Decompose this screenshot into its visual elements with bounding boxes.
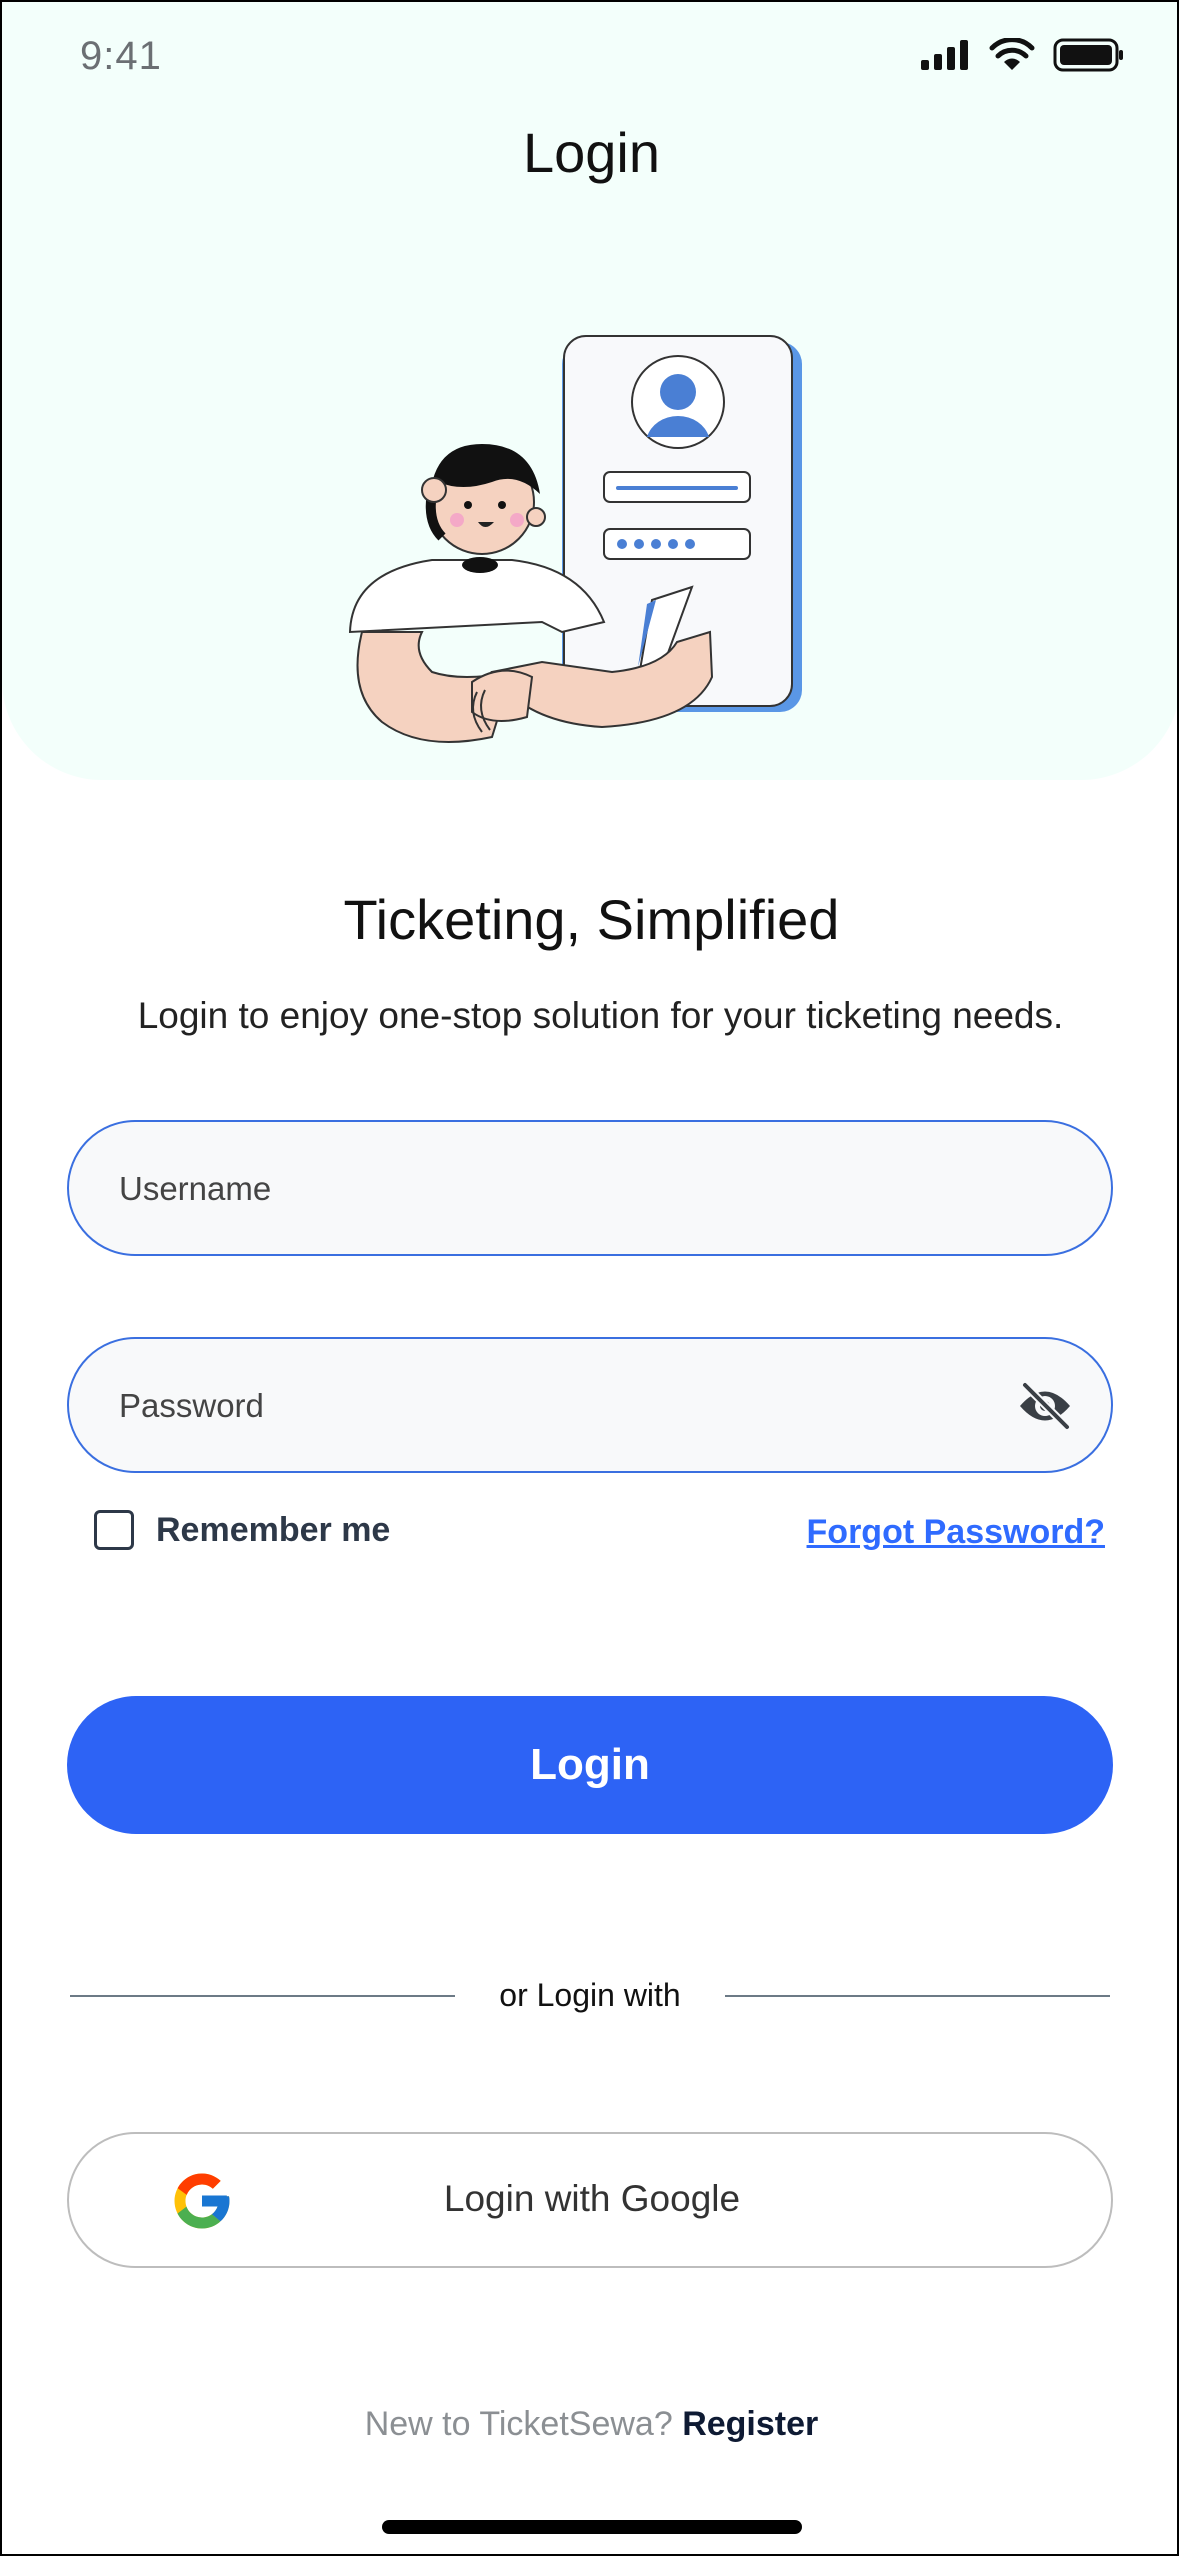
username-field[interactable] (67, 1120, 1113, 1256)
app-frame: 9:41 Login Ticketing, Simplified Login t… (0, 0, 1179, 2556)
login-button[interactable]: Login (67, 1696, 1113, 1834)
register-link[interactable]: Register (682, 2405, 818, 2443)
remember-label: Remember me (156, 1510, 391, 1549)
signal-icon (921, 40, 968, 70)
or-divider: or Login with (70, 1975, 1110, 2015)
password-input[interactable] (117, 1339, 981, 1473)
google-login-label: Login with Google (443, 2178, 741, 2219)
tagline-title: Ticketing, Simplified (343, 888, 840, 951)
password-field[interactable] (67, 1337, 1113, 1473)
home-indicator (382, 2520, 802, 2534)
username-input[interactable] (117, 1122, 981, 1256)
tagline-subtitle: Login to enjoy one-stop solution for you… (137, 995, 1064, 1036)
forgot-password-link[interactable]: Forgot Password? (807, 1513, 1105, 1552)
register-prompt: New to TicketSewa? Register (2, 2405, 1177, 2444)
battery-icon (1053, 38, 1123, 72)
divider-line-right (725, 1995, 1110, 1997)
remember-checkbox[interactable] (94, 1510, 134, 1550)
wifi-icon (989, 38, 1035, 70)
google-login-button[interactable]: Login with Google (67, 2132, 1113, 2268)
eye-off-icon[interactable] (1017, 1381, 1073, 1431)
login-illustration (348, 335, 802, 743)
status-icons (921, 38, 1125, 72)
status-time: 9:41 (80, 34, 162, 78)
register-prompt-text: New to TicketSewa? (364, 2405, 673, 2443)
remember-me[interactable]: Remember me (94, 1510, 390, 1550)
page-title: Login (522, 121, 661, 184)
